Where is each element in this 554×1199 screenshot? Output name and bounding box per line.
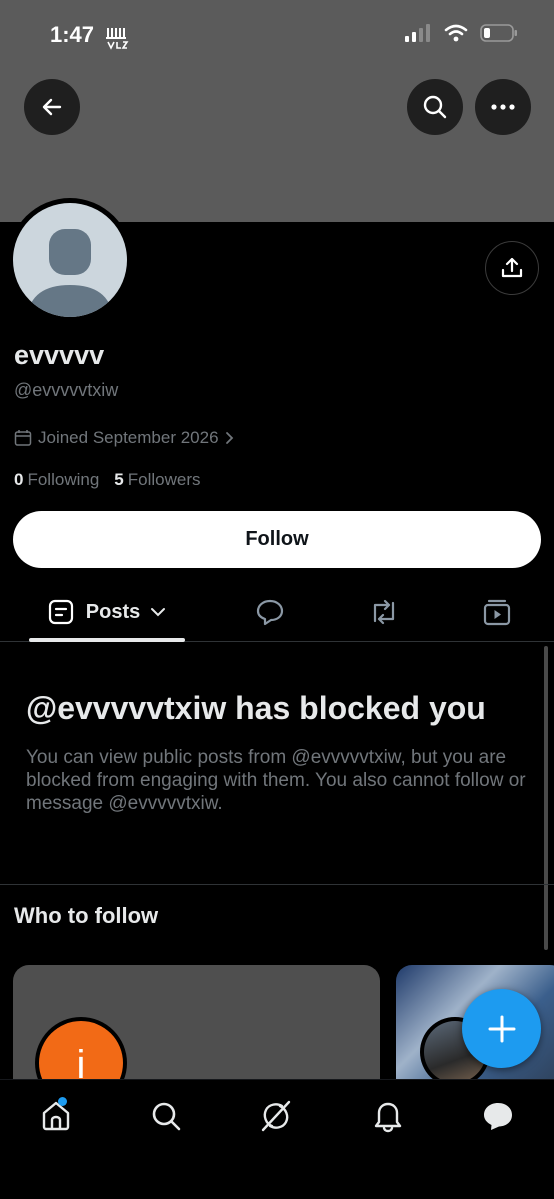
- follow-button[interactable]: Follow: [13, 511, 541, 568]
- blocked-title: @evvvvvtxiw has blocked you: [26, 690, 486, 726]
- chevron-down-icon: [151, 608, 166, 617]
- follow-stats: 0 Following 5 Followers: [14, 470, 201, 490]
- status-bar: 1:47: [0, 0, 554, 70]
- nav-home[interactable]: [28, 1094, 84, 1138]
- scrollbar[interactable]: [544, 646, 548, 950]
- blocked-description: You can view public posts from @evvvvvtx…: [26, 747, 526, 814]
- share-icon: [501, 257, 523, 278]
- calendar-icon: [14, 430, 32, 446]
- wifi-icon: [444, 24, 468, 42]
- reply-bubble-icon: [256, 599, 284, 626]
- notification-dot: [58, 1097, 67, 1106]
- messages-icon: [484, 1103, 512, 1130]
- followers-label: Followers: [127, 470, 201, 489]
- followers-link[interactable]: 5 Followers: [114, 470, 200, 490]
- section-divider: [0, 884, 554, 885]
- tab-active-indicator: [29, 638, 185, 642]
- nav-explore[interactable]: [138, 1094, 194, 1138]
- joined-date[interactable]: Joined September 2026: [14, 428, 235, 448]
- search-icon: [423, 95, 447, 119]
- profile-handle: @evvvvvtxiw: [14, 380, 119, 400]
- following-link[interactable]: 0 Following: [14, 470, 99, 490]
- who-to-follow-title: Who to follow: [14, 903, 159, 928]
- following-count: 0: [14, 470, 24, 489]
- nav-grok[interactable]: [248, 1094, 304, 1138]
- more-icon: [491, 104, 515, 110]
- profile-search-button[interactable]: [407, 79, 463, 135]
- tab-reposts[interactable]: [354, 584, 414, 640]
- suggestion-card[interactable]: i: [13, 965, 380, 1095]
- profile-avatar[interactable]: [8, 198, 132, 322]
- bell-icon: [374, 1102, 402, 1133]
- compose-post-button[interactable]: [462, 989, 541, 1068]
- battery-icon: [480, 24, 517, 42]
- tab-posts[interactable]: Posts: [29, 584, 185, 640]
- back-button[interactable]: [24, 79, 80, 135]
- repost-icon: [373, 599, 395, 625]
- chevron-right-icon: [225, 432, 233, 444]
- bottom-navigation: [0, 1079, 554, 1199]
- search-icon: [152, 1102, 181, 1131]
- profile-display-name: evvvvv: [14, 340, 105, 370]
- following-label: Following: [27, 470, 100, 489]
- posts-icon: [48, 599, 73, 625]
- status-icons: [404, 24, 518, 42]
- back-arrow-icon: [42, 98, 62, 116]
- more-options-button[interactable]: [475, 79, 531, 135]
- default-avatar-icon: [13, 203, 127, 317]
- share-profile-button[interactable]: [485, 241, 539, 295]
- video-media-icon: [483, 599, 511, 626]
- tab-replies[interactable]: [240, 584, 300, 640]
- home-icon: [42, 1101, 70, 1131]
- nav-notifications[interactable]: [360, 1094, 416, 1138]
- grok-icon: [261, 1100, 291, 1132]
- tab-posts-label: Posts: [85, 600, 141, 623]
- plus-icon: [488, 1015, 515, 1042]
- status-app-glyph-icon: [106, 28, 129, 50]
- joined-label: Joined September 2026: [38, 428, 219, 447]
- status-time: 1:47: [50, 22, 95, 47]
- cellular-signal-icon: [405, 24, 430, 42]
- tab-media[interactable]: [467, 584, 527, 640]
- followers-count: 5: [114, 470, 124, 489]
- nav-messages[interactable]: [470, 1094, 526, 1138]
- profile-tabs: Posts: [0, 584, 554, 642]
